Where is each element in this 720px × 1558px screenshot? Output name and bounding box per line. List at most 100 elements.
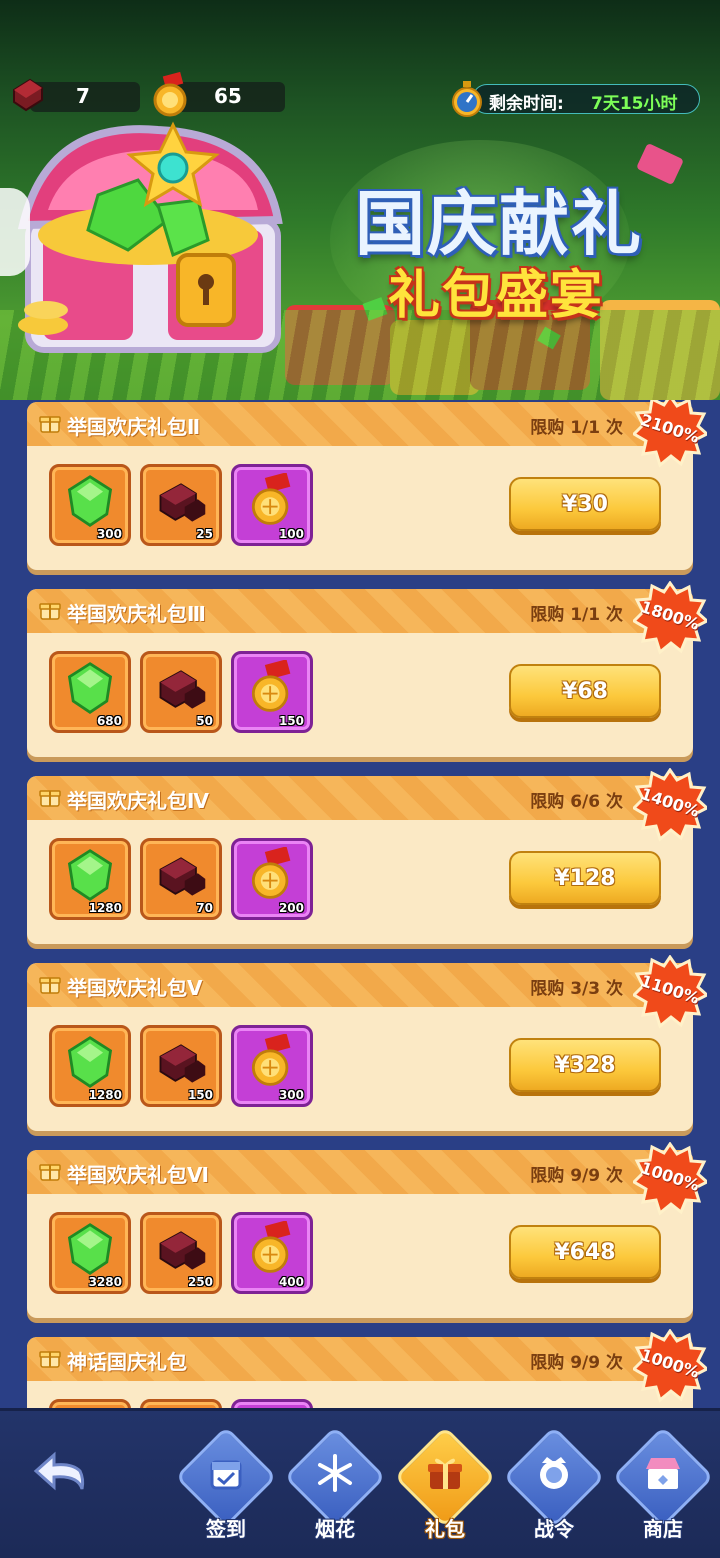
purchase-limit: 限购 3/3 次 <box>530 979 623 999</box>
resource-gold-medal-value: 65 <box>214 84 242 108</box>
pack-item-gold-medal[interactable]: 400 <box>231 1212 313 1294</box>
item-quantity: 70 <box>196 901 213 915</box>
pack-card: 举国欢庆礼包Ⅵ 限购 9/9 次 1000% 3280 250 400 ¥648 <box>27 1141 710 1318</box>
item-quantity: 200 <box>278 901 304 915</box>
discount-badge: 1100% <box>631 954 710 1029</box>
pack-header: 神话国庆礼包 限购 9/9 次 <box>27 1337 693 1381</box>
item-quantity: 50 <box>196 714 213 728</box>
gift-icon <box>39 1351 61 1368</box>
tab-label: 礼包 <box>425 1517 465 1541</box>
discount-badge: 1800% <box>631 580 710 655</box>
nav-tab-crown-badge[interactable]: 战令 <box>503 1426 605 1553</box>
item-quantity: 400 <box>278 1275 304 1289</box>
pack-title: 举国欢庆礼包Ⅱ <box>67 415 201 439</box>
crown-badge-icon <box>540 1457 568 1489</box>
pack-item-green-gem[interactable]: 300 <box>49 464 131 546</box>
item-quantity: 25 <box>196 527 213 541</box>
buy-button[interactable]: ¥68 <box>509 664 661 718</box>
purchase-limit: 限购 1/1 次 <box>530 418 623 438</box>
tab-label: 签到 <box>206 1517 246 1541</box>
buy-button[interactable]: ¥328 <box>509 1038 661 1092</box>
pack-item-gold-medal[interactable]: 150 <box>231 651 313 733</box>
price-label: ¥328 <box>554 1053 616 1078</box>
pack-item-green-gem[interactable]: 3280 <box>49 1212 131 1294</box>
pack-list: 举国欢庆礼包Ⅱ 限购 1/1 次 2100% 300 25 100 ¥30 举国… <box>0 400 720 1408</box>
timer-label: 剩余时间: <box>489 94 564 114</box>
buy-button[interactable]: ¥648 <box>509 1225 661 1279</box>
purchase-limit: 限购 6/6 次 <box>530 792 623 812</box>
pack-item-red-block[interactable]: 50 <box>140 651 222 733</box>
purchase-limit: 限购 1/1 次 <box>530 605 623 625</box>
pack-item-green-gem[interactable]: 680 <box>49 651 131 733</box>
price-label: ¥648 <box>554 1240 616 1265</box>
stopwatch-icon <box>452 81 482 117</box>
shop-icon <box>646 1458 680 1489</box>
nav-tab-shop[interactable]: 商店 <box>612 1426 714 1553</box>
pack-item-gold-medal[interactable]: 200 <box>231 838 313 920</box>
item-quantity: 1280 <box>88 1088 122 1102</box>
pack-card: 举国欢庆礼包Ⅲ 限购 1/1 次 1800% 680 50 150 ¥68 <box>27 580 710 757</box>
pack-card: 举国欢庆礼包Ⅱ 限购 1/1 次 2100% 300 25 100 ¥30 <box>27 400 710 570</box>
buy-button[interactable]: ¥128 <box>509 851 661 905</box>
bottom-nav: 签到 烟花 礼包 战令 商店 <box>0 1408 720 1558</box>
pack-item-green-gem[interactable]: 1280 <box>49 1025 131 1107</box>
purchase-limit: 限购 9/9 次 <box>530 1353 623 1373</box>
discount-badge: 2100% <box>631 400 710 468</box>
nav-tab-gift[interactable]: 礼包 <box>394 1426 496 1553</box>
nav-tab-firework[interactable]: 烟花 <box>284 1426 386 1553</box>
pack-item-gold-medal[interactable] <box>231 1399 313 1408</box>
gift-icon <box>39 977 61 994</box>
price-label: ¥68 <box>562 679 608 704</box>
tab-label: 烟花 <box>315 1517 355 1541</box>
pack-card: 举国欢庆礼包Ⅴ 限购 3/3 次 1100% 1280 150 300 ¥328 <box>27 954 710 1131</box>
pack-title: 举国欢庆礼包Ⅲ <box>67 602 206 626</box>
discount-badge: 1400% <box>631 767 710 842</box>
calendar-icon <box>210 1460 242 1490</box>
item-quantity: 1280 <box>88 901 122 915</box>
pack-item-red-block[interactable]: 70 <box>140 838 222 920</box>
resource-red-block-value: 7 <box>76 84 90 108</box>
item-quantity: 3280 <box>88 1275 122 1289</box>
pack-header: 举国欢庆礼包Ⅲ 限购 1/1 次 <box>27 589 693 633</box>
pack-item-red-block[interactable]: 250 <box>140 1212 222 1294</box>
pack-item-gold-medal[interactable]: 300 <box>231 1025 313 1107</box>
pack-title: 举国欢庆礼包Ⅳ <box>67 789 209 813</box>
pack-item-red-block[interactable]: 150 <box>140 1025 222 1107</box>
discount-badge: 1000% <box>631 1141 710 1216</box>
item-quantity: 680 <box>96 714 122 728</box>
pack-item-green-gem[interactable] <box>49 1399 131 1408</box>
pack-card: 神话国庆礼包 限购 9/9 次 1000% <box>27 1328 710 1408</box>
pack-title: 神话国庆礼包 <box>67 1350 187 1374</box>
item-quantity: 150 <box>278 714 304 728</box>
pack-header: 举国欢庆礼包Ⅵ 限购 9/9 次 <box>27 1150 693 1194</box>
buy-button[interactable]: ¥30 <box>509 477 661 531</box>
pack-item-red-block[interactable] <box>140 1399 222 1408</box>
pack-card: 举国欢庆礼包Ⅳ 限购 6/6 次 1400% 1280 70 200 ¥128 <box>27 767 710 944</box>
pack-title: 举国欢庆礼包Ⅵ <box>67 1163 209 1187</box>
event-timer: 剩余时间: 7天15小时 <box>472 84 700 114</box>
banner-subtitle: 礼包盛宴 <box>388 266 605 326</box>
side-message-button[interactable] <box>0 188 30 276</box>
pack-header: 举国欢庆礼包Ⅱ 限购 1/1 次 <box>27 402 693 446</box>
gift-pack-screen: 国庆献礼 礼包盛宴 7 65 剩余时间: 7天15小时 举国欢庆礼包Ⅱ 限购 1… <box>0 0 720 1558</box>
back-arrow-icon[interactable] <box>30 1449 98 1503</box>
pack-item-gold-medal[interactable]: 100 <box>231 464 313 546</box>
pack-header: 举国欢庆礼包Ⅴ 限购 3/3 次 <box>27 963 693 1007</box>
gold-medal-icon <box>153 72 187 117</box>
pack-title: 举国欢庆礼包Ⅴ <box>67 976 203 1000</box>
firework-icon <box>318 1454 352 1492</box>
item-quantity: 250 <box>187 1275 213 1289</box>
gift-icon <box>39 790 61 807</box>
pack-header: 举国欢庆礼包Ⅳ 限购 6/6 次 <box>27 776 693 820</box>
purchase-limit: 限购 9/9 次 <box>530 1166 623 1186</box>
item-quantity: 300 <box>96 527 122 541</box>
nav-tab-calendar[interactable]: 签到 <box>175 1426 277 1553</box>
price-label: ¥30 <box>562 492 608 517</box>
tab-label: 战令 <box>534 1517 574 1541</box>
pack-item-red-block[interactable]: 25 <box>140 464 222 546</box>
red-block-icon <box>13 78 43 112</box>
gift-icon <box>39 603 61 620</box>
tab-label: 商店 <box>643 1517 683 1541</box>
pack-item-green-gem[interactable]: 1280 <box>49 838 131 920</box>
discount-badge: 1000% <box>631 1328 710 1403</box>
